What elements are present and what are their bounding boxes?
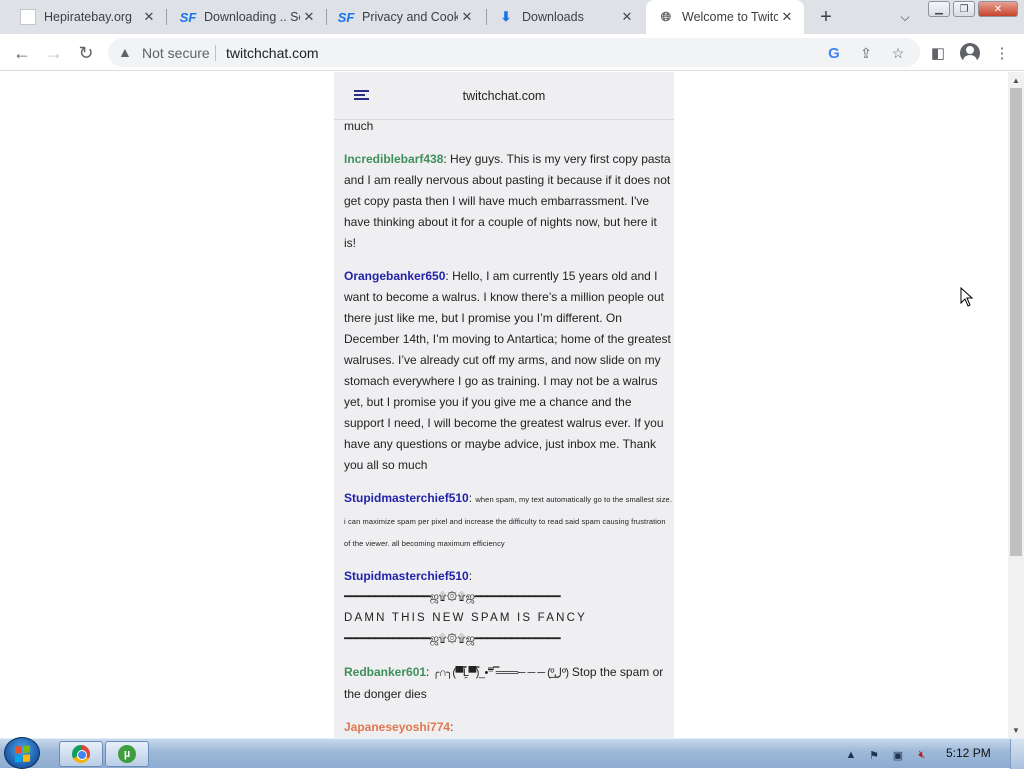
tab-strip: Hepiratebay.org ✕ SF Downloading .. Sc ✕… xyxy=(0,0,1024,34)
page-content: twitchchat.com much Incrediblebarf438: H… xyxy=(0,72,1008,738)
show-hidden-icons-icon[interactable]: ▲ xyxy=(843,747,859,763)
message-text: much xyxy=(344,119,374,133)
chat-message: Japaneseyoshi774: ▼◄▲►▼◄▲►▼◄▲►▼◄ ▲►▼◄▲▼◄… xyxy=(344,720,454,734)
username[interactable]: Incrediblebarf438 xyxy=(344,152,443,166)
profile-avatar-icon[interactable] xyxy=(960,43,980,63)
fancy-divider: ━━━━━━━━━━━━━━ஜ۩۞۩ஜ━━━━━━━━━━━━━━ xyxy=(344,633,561,645)
browser-toolbar: ← → ↻ ▲ Not secure twitchchat.com G ⇪ ☆ … xyxy=(0,34,1024,71)
chat-message: Incrediblebarf438: Hey guys. This is my … xyxy=(344,152,671,250)
utorrent-icon: µ xyxy=(118,745,136,763)
chat-message: Redbanker601: ╭∩╮(▀̿Ĺ̯▀̿)_•⁼̿ ̿═══─ ─ ─ … xyxy=(344,665,664,701)
message-text: Hello, I am currently 15 years old and I… xyxy=(344,269,671,472)
username[interactable]: Orangebanker650 xyxy=(344,269,445,283)
close-icon[interactable]: ✕ xyxy=(778,8,796,26)
message-text: Hey guys. This is my very first copy pas… xyxy=(344,152,671,250)
blank-page-icon xyxy=(20,9,36,25)
username[interactable]: Redbanker601 xyxy=(344,665,426,679)
omnibox-divider xyxy=(215,45,216,61)
tab-title: Downloads xyxy=(522,10,584,24)
reload-button[interactable]: ↻ xyxy=(72,39,100,67)
fancy-divider: ━━━━━━━━━━━━━━ஜ۩۞۩ஜ━━━━━━━━━━━━━━ xyxy=(344,591,561,603)
page-scrollbar[interactable]: ▲ ▼ xyxy=(1008,72,1024,738)
tab-title: Hepiratebay.org xyxy=(44,10,133,24)
new-tab-button[interactable]: + xyxy=(814,5,838,29)
close-icon[interactable]: ✕ xyxy=(618,8,636,26)
action-center-flag-icon[interactable]: ⚑ xyxy=(866,747,882,763)
url-text[interactable]: twitchchat.com xyxy=(226,45,319,61)
taskbar-chrome-button[interactable] xyxy=(59,741,103,767)
network-icon[interactable]: ▣ xyxy=(890,747,906,763)
tab-twitchchat[interactable]: 🌐︎ Welcome to Twitc ✕ xyxy=(646,0,804,34)
tab-title: Welcome to Twitc xyxy=(682,10,778,24)
message-text: DAMN THIS NEW SPAM IS FANCY xyxy=(344,612,587,624)
chat-message: Stupidmasterchief510: when spam, my text… xyxy=(344,491,673,548)
bookmark-star-icon[interactable]: ☆ xyxy=(888,43,908,63)
google-icon[interactable]: G xyxy=(824,43,844,63)
globe-icon: 🌐︎ xyxy=(660,9,672,24)
windows-taskbar: µ ▲ ⚑ ▣ 🔇︎ 5:12 PM xyxy=(0,737,1024,769)
chat-message: Orangebanker650: Hello, I am currently 1… xyxy=(344,269,671,472)
taskbar-clock[interactable]: 5:12 PM xyxy=(946,746,991,760)
sourceforge-icon: SF xyxy=(179,9,197,25)
sourceforge-icon: SF xyxy=(337,9,355,25)
chat-header: twitchchat.com xyxy=(334,72,674,120)
scroll-up-arrow-icon[interactable]: ▲ xyxy=(1008,72,1024,88)
taskbar-utorrent-button[interactable]: µ xyxy=(105,741,149,767)
close-icon[interactable]: ✕ xyxy=(140,8,158,26)
forward-button[interactable]: → xyxy=(40,39,68,67)
tab-search-chevron-icon[interactable]: ⌵ xyxy=(893,6,917,28)
chat-message: Stupidmasterchief510: ━━━━━━━━━━━━━━ஜ۩۞۩… xyxy=(344,566,672,650)
chrome-icon xyxy=(72,745,90,763)
close-icon[interactable]: ✕ xyxy=(458,8,476,26)
share-icon[interactable]: ⇪ xyxy=(856,43,876,63)
tab-privacy[interactable]: SF Privacy and Cooki ✕ xyxy=(318,0,484,34)
tab-title: Downloading .. Sc xyxy=(204,10,300,24)
mouse-cursor-icon xyxy=(960,287,974,307)
start-button[interactable] xyxy=(4,737,40,769)
username[interactable]: Japaneseyoshi774 xyxy=(344,720,450,734)
download-icon: ⬇ xyxy=(500,9,512,24)
minimize-button[interactable]: ▁ xyxy=(928,1,950,17)
security-label[interactable]: Not secure xyxy=(142,45,210,61)
tab-downloads[interactable]: ⬇ Downloads ✕ xyxy=(478,0,644,34)
scrollbar-thumb[interactable] xyxy=(1010,88,1022,556)
side-panel-icon[interactable]: ◧ xyxy=(928,43,948,63)
site-title: twitchchat.com xyxy=(462,89,546,103)
tab-title: Privacy and Cooki xyxy=(362,10,458,24)
volume-muted-icon[interactable]: 🔇︎ xyxy=(914,747,930,763)
username[interactable]: Stupidmasterchief510 xyxy=(344,491,469,505)
windows-logo-icon xyxy=(15,745,31,763)
tab-downloading[interactable]: SF Downloading .. Sc ✕ xyxy=(160,0,326,34)
close-icon[interactable]: ✕ xyxy=(300,8,318,26)
scroll-down-arrow-icon[interactable]: ▼ xyxy=(1008,722,1024,738)
warning-icon[interactable]: ▲ xyxy=(118,44,132,60)
menu-kebab-icon[interactable]: ⋮ xyxy=(992,43,1012,63)
restore-button[interactable]: ❐ xyxy=(953,1,975,17)
show-desktop-button[interactable] xyxy=(1010,739,1024,769)
back-button[interactable]: ← xyxy=(8,39,36,67)
chat-column: twitchchat.com much Incrediblebarf438: H… xyxy=(334,72,674,738)
username[interactable]: Stupidmasterchief510 xyxy=(344,569,469,583)
donger-art: ╭∩╮(▀̿Ĺ̯▀̿)_•⁼̿ ̿═══─ ─ ─ (ºل͟º) xyxy=(432,667,569,679)
address-bar[interactable]: ▲ Not secure twitchchat.com G ⇪ ☆ xyxy=(108,38,920,67)
tab-hepiratebay[interactable]: Hepiratebay.org ✕ xyxy=(0,0,166,34)
window-close-button[interactable]: ✕ xyxy=(978,1,1018,17)
chat-messages: much Incrediblebarf438: Hey guys. This i… xyxy=(344,116,672,738)
